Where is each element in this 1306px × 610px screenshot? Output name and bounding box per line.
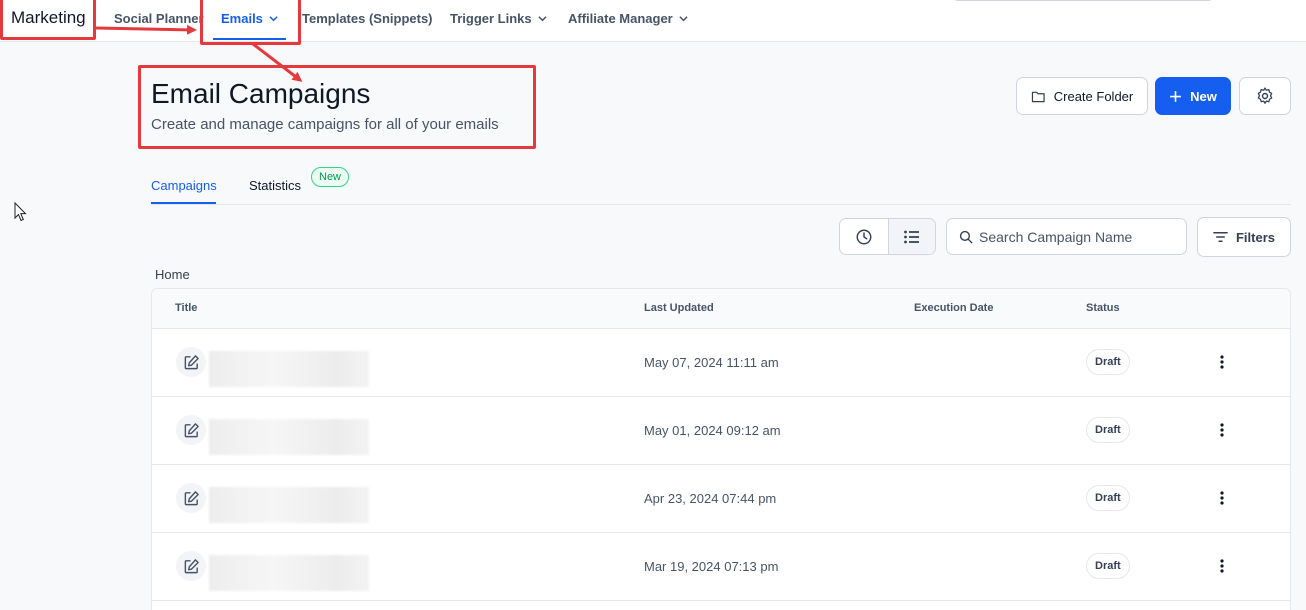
edit-icon bbox=[184, 490, 199, 505]
kebab-icon bbox=[1220, 491, 1224, 505]
gear-icon bbox=[1257, 87, 1273, 104]
kebab-icon bbox=[1220, 559, 1224, 573]
campaign-title-redacted[interactable] bbox=[209, 487, 369, 523]
last-updated-cell: Mar 19, 2024 07:13 pm bbox=[644, 559, 779, 574]
status-badge: Draft bbox=[1086, 553, 1130, 579]
edit-campaign-button[interactable] bbox=[176, 347, 206, 377]
nav-item-templates[interactable]: Templates (Snippets) bbox=[302, 11, 433, 26]
search-campaign-input[interactable] bbox=[979, 228, 1179, 245]
row-actions-button[interactable] bbox=[1212, 556, 1232, 576]
campaign-title-redacted[interactable] bbox=[209, 555, 369, 591]
campaign-title-redacted[interactable] bbox=[209, 419, 369, 455]
new-button[interactable]: New bbox=[1155, 77, 1231, 115]
clock-icon bbox=[856, 229, 872, 244]
list-view-button[interactable] bbox=[887, 219, 935, 254]
status-badge: Draft bbox=[1086, 485, 1130, 511]
table-row[interactable]: May 07, 2024 11:11 am Draft bbox=[152, 329, 1290, 397]
edit-campaign-button[interactable] bbox=[176, 415, 206, 445]
plus-icon bbox=[1170, 90, 1182, 102]
search-icon bbox=[959, 230, 973, 243]
edit-campaign-button[interactable] bbox=[176, 551, 206, 581]
last-updated-cell: Apr 23, 2024 07:44 pm bbox=[644, 491, 777, 506]
nav-item-social-planner[interactable]: Social Planner bbox=[114, 11, 204, 26]
edit-icon bbox=[184, 354, 199, 369]
kebab-icon bbox=[1220, 423, 1224, 437]
column-header-execution-date[interactable]: Execution Date bbox=[914, 302, 993, 314]
tab-statistics[interactable]: Statistics bbox=[249, 178, 301, 193]
breadcrumb[interactable]: Home bbox=[155, 267, 190, 282]
search-container bbox=[946, 218, 1187, 255]
column-header-last-updated[interactable]: Last Updated bbox=[644, 302, 714, 314]
history-view-button[interactable] bbox=[840, 219, 888, 254]
edit-icon bbox=[184, 558, 199, 573]
filters-label: Filters bbox=[1235, 229, 1275, 245]
row-actions-button[interactable] bbox=[1212, 488, 1232, 508]
create-folder-label: Create Folder bbox=[1053, 88, 1134, 104]
filters-button[interactable]: Filters bbox=[1197, 217, 1291, 257]
annotation-box-marketing bbox=[0, 0, 96, 40]
table-row[interactable]: May 01, 2024 09:12 am Draft bbox=[152, 397, 1290, 465]
edit-campaign-button[interactable] bbox=[176, 483, 206, 513]
new-badge: New bbox=[311, 167, 350, 187]
tabs-divider bbox=[151, 204, 1291, 205]
nav-item-label: Templates (Snippets) bbox=[302, 11, 433, 26]
tab-campaigns[interactable]: Campaigns bbox=[151, 178, 217, 193]
nav-item-label: Social Planner bbox=[114, 11, 204, 26]
last-updated-cell: May 07, 2024 11:11 am bbox=[644, 355, 779, 370]
kebab-icon bbox=[1220, 355, 1224, 369]
nav-item-trigger-links[interactable]: Trigger Links bbox=[450, 11, 547, 26]
campaigns-table: Title Last Updated Execution Date Status… bbox=[151, 288, 1291, 610]
settings-button[interactable] bbox=[1239, 77, 1291, 115]
row-actions-button[interactable] bbox=[1212, 420, 1232, 440]
annotation-box-header bbox=[138, 65, 536, 149]
view-toggle bbox=[839, 218, 936, 255]
nav-item-label: Affiliate Manager bbox=[568, 11, 673, 26]
column-header-status[interactable]: Status bbox=[1086, 302, 1120, 314]
top-search-edge[interactable] bbox=[952, 0, 1214, 1]
filter-icon bbox=[1213, 232, 1228, 242]
table-row[interactable]: Apr 23, 2024 07:44 pm Draft bbox=[152, 465, 1290, 533]
nav-item-label: Trigger Links bbox=[450, 11, 532, 26]
table-row[interactable]: Mar 19, 2024 07:13 pm Draft bbox=[152, 533, 1290, 601]
last-updated-cell: May 01, 2024 09:12 am bbox=[644, 423, 781, 438]
nav-item-affiliate-manager[interactable]: Affiliate Manager bbox=[568, 11, 688, 26]
row-actions-button[interactable] bbox=[1212, 352, 1232, 372]
new-button-label: New bbox=[1190, 88, 1217, 104]
annotation-box-emails bbox=[200, 0, 301, 45]
status-badge: Draft bbox=[1086, 417, 1130, 443]
chevron-down-icon bbox=[538, 16, 547, 22]
table-header: Title Last Updated Execution Date Status bbox=[152, 289, 1290, 329]
folder-icon bbox=[1031, 91, 1045, 102]
cursor-icon bbox=[14, 202, 27, 222]
chevron-down-icon bbox=[679, 16, 688, 22]
campaign-title-redacted[interactable] bbox=[209, 351, 369, 387]
create-folder-button[interactable]: Create Folder bbox=[1016, 77, 1148, 115]
column-header-title[interactable]: Title bbox=[175, 302, 197, 314]
status-badge: Draft bbox=[1086, 349, 1130, 375]
top-nav: Marketing Social Planner Emails Template… bbox=[0, 0, 1306, 42]
list-icon bbox=[903, 230, 919, 243]
edit-icon bbox=[184, 422, 199, 437]
